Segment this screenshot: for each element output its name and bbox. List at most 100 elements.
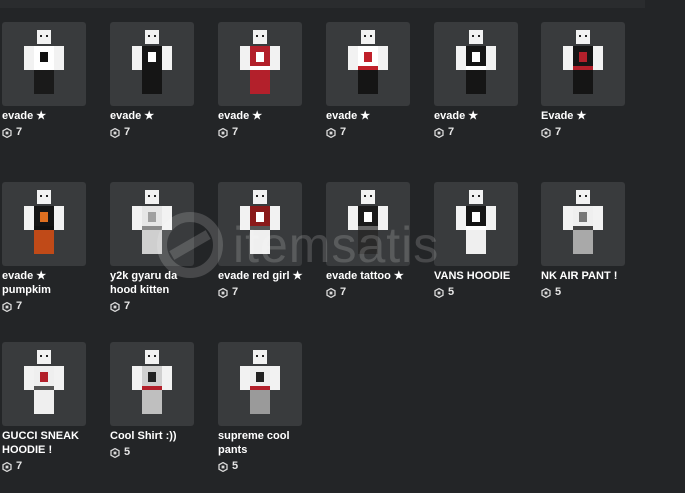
avatar-eye-left	[472, 195, 474, 197]
avatar-head	[37, 350, 51, 364]
item-name[interactable]: VANS HOODIE	[434, 269, 544, 283]
item-card[interactable]: evade ★ pumpkim 7	[2, 182, 88, 313]
item-card[interactable]: evade ★ 7	[2, 22, 88, 139]
avatar-leg-right	[44, 390, 54, 414]
item-name[interactable]: evade ★	[218, 109, 328, 123]
avatar-leg-left	[573, 230, 583, 254]
avatar-arm-right	[54, 206, 64, 230]
item-price-value: 7	[16, 300, 23, 312]
avatar-eye-left	[40, 355, 42, 357]
avatar-leg-left	[34, 390, 44, 414]
item-name[interactable]: evade ★	[110, 109, 220, 123]
item-card[interactable]: evade ★ 7	[110, 22, 196, 139]
item-thumbnail[interactable]	[110, 342, 194, 426]
avatar-leg-right	[44, 230, 54, 254]
item-thumbnail[interactable]	[326, 22, 410, 106]
item-price-value: 7	[232, 286, 239, 298]
avatar-eye-right	[46, 35, 48, 37]
item-name[interactable]: Evade ★	[541, 109, 651, 123]
item-card[interactable]: VANS HOODIE 5	[434, 182, 520, 299]
avatar-arm-left	[348, 206, 358, 230]
avatar-eye-right	[585, 195, 587, 197]
item-card[interactable]: NK AIR PANT ! 5	[541, 182, 627, 299]
item-card[interactable]: supreme cool pants 5	[218, 342, 304, 473]
item-thumbnail[interactable]	[110, 22, 194, 106]
item-name[interactable]: GUCCI SNEAK HOODIE !	[2, 429, 92, 457]
avatar-leg-left	[573, 70, 583, 94]
item-name[interactable]: evade red girl ★	[218, 269, 304, 283]
avatar-leg-left	[142, 390, 152, 414]
item-card[interactable]: Evade ★ 7	[541, 22, 627, 139]
item-thumbnail[interactable]	[218, 182, 302, 266]
item-price: 5	[434, 286, 520, 299]
item-price-value: 5	[448, 286, 455, 298]
avatar-clothing-accent	[142, 386, 162, 390]
item-name[interactable]: evade ★	[326, 109, 436, 123]
item-price-value: 7	[16, 126, 23, 138]
avatar-arm-right	[162, 366, 172, 390]
avatar-clothing-detail	[256, 212, 264, 222]
robux-icon	[434, 127, 444, 138]
item-card[interactable]: evade ★ 7	[218, 22, 304, 139]
avatar-image	[348, 30, 388, 94]
item-thumbnail[interactable]	[541, 182, 625, 266]
avatar-clothing-detail	[148, 212, 156, 222]
item-name[interactable]: evade tattoo ★	[326, 269, 412, 283]
item-name[interactable]: evade ★	[2, 109, 112, 123]
item-thumbnail[interactable]	[2, 182, 86, 266]
avatar-leg-left	[250, 390, 260, 414]
item-price-value: 5	[555, 286, 562, 298]
avatar-arm-left	[24, 46, 34, 70]
avatar-leg-left	[358, 70, 368, 94]
item-thumbnail[interactable]	[434, 182, 518, 266]
item-card[interactable]: Cool Shirt :)) 5	[110, 342, 196, 459]
avatar-eye-right	[370, 195, 372, 197]
item-name[interactable]: supreme cool pants	[218, 429, 304, 457]
avatar-arm-left	[240, 206, 250, 230]
avatar-clothing-detail	[472, 212, 480, 222]
avatar-arm-left	[456, 206, 466, 230]
avatar-clothing-detail	[364, 212, 372, 222]
avatar-leg-right	[368, 230, 378, 254]
item-thumbnail[interactable]	[110, 182, 194, 266]
avatar-image	[132, 350, 172, 414]
avatar-head	[576, 190, 590, 204]
avatar-arm-right	[378, 206, 388, 230]
avatar-image	[132, 190, 172, 254]
avatar-clothing-detail	[579, 52, 587, 62]
item-thumbnail[interactable]	[218, 22, 302, 106]
item-thumbnail[interactable]	[2, 22, 86, 106]
item-card[interactable]: evade tattoo ★ 7	[326, 182, 412, 299]
avatar-image	[132, 30, 172, 94]
item-name[interactable]: Cool Shirt :))	[110, 429, 220, 443]
avatar-arm-right	[378, 46, 388, 70]
avatar-eye-left	[579, 35, 581, 37]
item-thumbnail[interactable]	[541, 22, 625, 106]
avatar-eye-left	[148, 195, 150, 197]
avatar-clothing-accent	[358, 226, 378, 230]
item-thumbnail[interactable]	[218, 342, 302, 426]
item-name[interactable]: NK AIR PANT !	[541, 269, 651, 283]
item-price-value: 7	[232, 126, 239, 138]
item-card[interactable]: evade ★ 7	[326, 22, 412, 139]
item-price-value: 7	[340, 286, 347, 298]
item-name[interactable]: evade ★ pumpkim	[2, 269, 82, 297]
avatar-head	[37, 190, 51, 204]
item-name[interactable]: evade ★	[434, 109, 544, 123]
item-thumbnail[interactable]	[434, 22, 518, 106]
item-card[interactable]: evade red girl ★ 7	[218, 182, 304, 299]
avatar-eye-left	[148, 355, 150, 357]
item-card[interactable]: evade ★ 7	[434, 22, 520, 139]
avatar-eye-left	[148, 35, 150, 37]
robux-icon	[218, 461, 228, 472]
item-card[interactable]: y2k gyaru da hood kitten 7	[110, 182, 196, 313]
item-name[interactable]: y2k gyaru da hood kitten	[110, 269, 196, 297]
avatar-eye-left	[40, 195, 42, 197]
item-thumbnail[interactable]	[2, 342, 86, 426]
avatar-leg-right	[260, 70, 270, 94]
avatar-leg-left	[34, 230, 44, 254]
avatar-leg-right	[476, 70, 486, 94]
item-thumbnail[interactable]	[326, 182, 410, 266]
item-card[interactable]: GUCCI SNEAK HOODIE ! 7	[2, 342, 88, 473]
item-price-value: 7	[448, 126, 455, 138]
